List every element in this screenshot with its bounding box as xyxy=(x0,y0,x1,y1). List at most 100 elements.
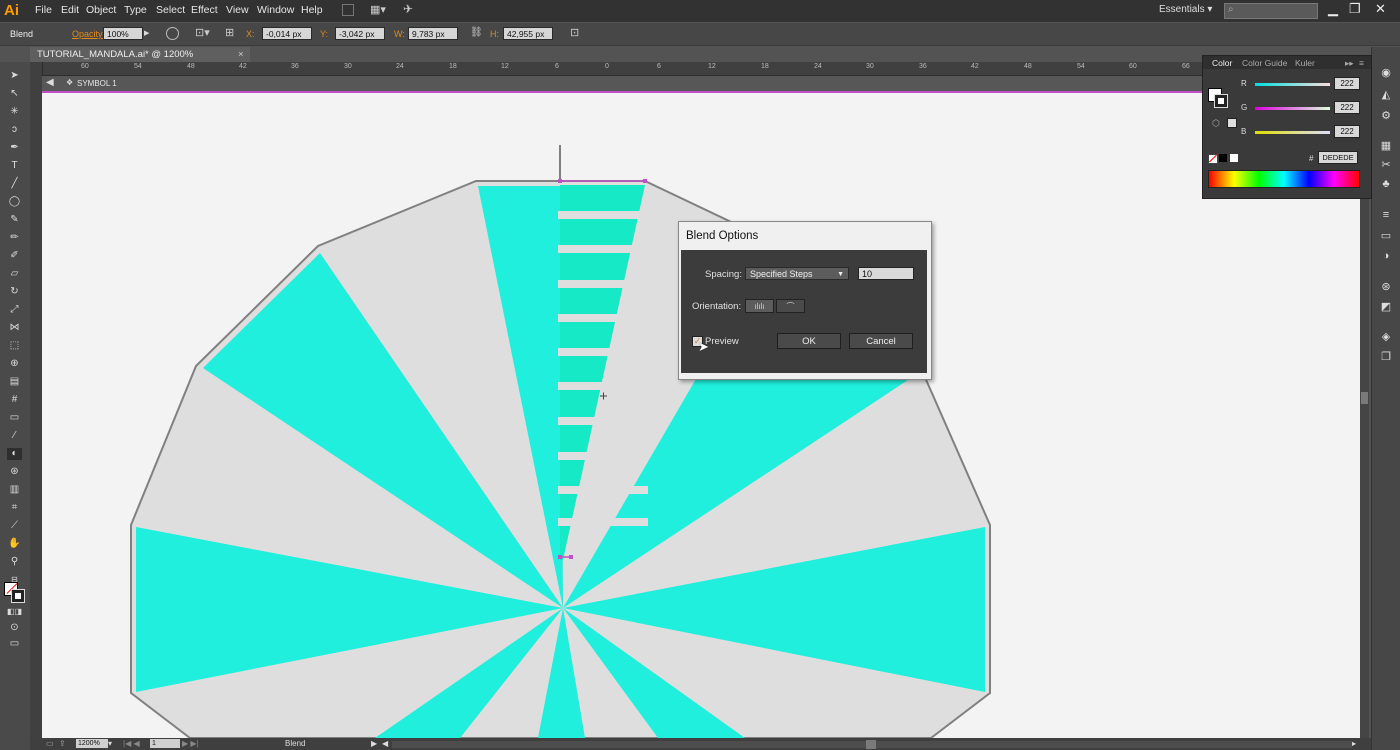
type-tool-icon[interactable]: T xyxy=(7,160,22,172)
bridge-icon[interactable] xyxy=(342,4,354,16)
steps-input[interactable]: 10 xyxy=(858,267,914,280)
symbols-icon[interactable]: ⚙ xyxy=(1379,109,1393,122)
align-to-path-button[interactable]: ⌒ xyxy=(776,299,805,313)
tab-color-guide[interactable]: Color Guide xyxy=(1242,58,1287,68)
minimize-icon[interactable]: ▁ xyxy=(1328,1,1338,17)
hex-field[interactable]: DEDEDE xyxy=(1318,151,1358,164)
align-to-page-button[interactable]: ılılı xyxy=(745,299,774,313)
first-artboard-icon[interactable]: |◀ ◀ xyxy=(123,739,140,748)
cancel-button[interactable]: Cancel xyxy=(849,333,913,349)
lasso-tool-icon[interactable]: ↄ xyxy=(7,124,22,136)
w-field[interactable]: 9,783 px xyxy=(408,27,458,40)
column-graph-icon[interactable]: ▥ xyxy=(7,484,22,496)
anchor-point[interactable] xyxy=(643,179,647,183)
stroke-color-swatch[interactable] xyxy=(1214,94,1228,108)
tab-color[interactable]: Color xyxy=(1212,58,1232,68)
shape-builder-icon[interactable]: ⊕ xyxy=(7,358,22,370)
free-transform-icon[interactable]: ⬚ xyxy=(7,340,22,352)
paintbrush-tool-icon[interactable]: ✎ xyxy=(7,214,22,226)
search-input[interactable]: ⌕ xyxy=(1224,3,1318,19)
eyedropper-icon[interactable]: ⁄ xyxy=(7,430,22,442)
recolor-icon[interactable] xyxy=(166,27,179,40)
y-field[interactable]: -3,042 px xyxy=(335,27,385,40)
opacity-arrow-icon[interactable]: ▶ xyxy=(144,29,149,37)
restore-icon[interactable]: ❐ xyxy=(1349,1,1361,17)
hand-tool-icon[interactable]: ✋ xyxy=(7,538,22,550)
panel-menu-icon[interactable]: ≡ xyxy=(1359,58,1364,68)
eraser-tool-icon[interactable]: ▱ xyxy=(7,268,22,280)
ok-button[interactable]: OK xyxy=(777,333,841,349)
close-icon[interactable]: ✕ xyxy=(1375,1,1386,17)
blob-brush-icon[interactable]: ✐ xyxy=(7,250,22,262)
constrain-proportions-icon[interactable]: ⛓ xyxy=(470,27,483,38)
screen-mode-icon[interactable]: ▭ xyxy=(7,638,22,650)
anchor-point[interactable] xyxy=(558,179,562,183)
r-slider[interactable] xyxy=(1255,83,1330,86)
web-safe-swatch[interactable] xyxy=(1227,118,1237,128)
scale-tool-icon[interactable]: ⤢ xyxy=(7,304,22,316)
document-tab[interactable]: TUTORIAL_MANDALA.ai* @ 1200% (RGB/Previe… xyxy=(30,47,250,75)
workspace-switcher[interactable]: Essentials ▾ xyxy=(1159,4,1212,15)
color-guide-icon[interactable]: ◩ xyxy=(1379,300,1393,313)
layers-icon[interactable]: ◈ xyxy=(1379,330,1393,343)
collapse-icon[interactable]: ▸▸ xyxy=(1345,58,1354,69)
current-tool-status[interactable]: Blend xyxy=(285,739,305,748)
arrange-documents-icon[interactable]: ▦▾ xyxy=(370,3,386,16)
selection-tool-icon[interactable]: ➤ xyxy=(7,70,22,82)
h-field[interactable]: 42,955 px xyxy=(503,27,553,40)
slice-tool-icon[interactable]: ⟋ xyxy=(7,520,22,532)
gradient-panel-icon[interactable]: ▭ xyxy=(1379,229,1393,242)
pencil-tool-icon[interactable]: ✏ xyxy=(7,232,22,244)
isolation-breadcrumb[interactable]: SYMBOL 1 xyxy=(77,79,117,88)
transform-icon[interactable]: ⊡ xyxy=(570,26,579,39)
drawing-mode-icon[interactable]: ⊙ xyxy=(7,622,22,634)
magic-wand-icon[interactable]: ✳ xyxy=(7,106,22,118)
gpu-performance-icon[interactable]: ✈ xyxy=(403,2,413,16)
artboard-number-field[interactable]: 1 xyxy=(150,739,180,748)
rotate-tool-icon[interactable]: ↻ xyxy=(7,286,22,298)
opacity-field[interactable]: 100% xyxy=(103,27,143,40)
menu-window[interactable]: Window xyxy=(257,4,294,16)
anchor-point[interactable] xyxy=(558,555,562,559)
menu-type[interactable]: Type xyxy=(124,4,147,16)
opacity-label[interactable]: Opacity: xyxy=(72,29,105,39)
swatches-icon[interactable]: ▦ xyxy=(1379,139,1393,152)
blend-tool-icon[interactable]: ◐ xyxy=(7,448,22,460)
horizontal-scroll-thumb[interactable] xyxy=(866,740,876,749)
black-swatch[interactable] xyxy=(1219,154,1227,162)
menu-effect[interactable]: Effect xyxy=(191,4,218,16)
width-tool-icon[interactable]: ⋈ xyxy=(7,322,22,334)
symbol-library-icon[interactable]: ♣ xyxy=(1379,178,1393,190)
b-slider[interactable] xyxy=(1255,131,1330,134)
direct-selection-tool-icon[interactable]: ↖ xyxy=(7,88,22,100)
last-artboard-icon[interactable]: ▶ ▶| xyxy=(182,739,199,748)
menu-help[interactable]: Help xyxy=(301,4,323,16)
align-icon[interactable]: ⊡▾ xyxy=(195,26,210,39)
ellipse-tool-icon[interactable]: ◯ xyxy=(7,196,22,208)
b-value[interactable]: 222 xyxy=(1334,125,1360,138)
line-tool-icon[interactable]: ╱ xyxy=(7,178,22,190)
gradient-tool-icon[interactable]: ▭ xyxy=(7,412,22,424)
white-swatch[interactable] xyxy=(1230,154,1238,162)
x-field[interactable]: -0,014 px xyxy=(262,27,312,40)
graphic-styles-icon[interactable]: ◭ xyxy=(1379,88,1393,101)
status-menu-icon[interactable]: ▶ xyxy=(371,739,377,748)
symbol-sprayer-icon[interactable]: ⊛ xyxy=(7,466,22,478)
stroke-swatch[interactable] xyxy=(11,589,25,603)
vertical-scroll-thumb[interactable] xyxy=(1361,392,1368,404)
stroke-panel-icon[interactable]: ≡ xyxy=(1379,209,1393,221)
transparency-icon[interactable]: ◑ xyxy=(1379,250,1393,262)
menu-view[interactable]: View xyxy=(226,4,249,16)
none-swatch[interactable] xyxy=(1208,154,1218,164)
appearance-icon[interactable]: ◉ xyxy=(1379,66,1393,79)
g-value[interactable]: 222 xyxy=(1334,101,1360,114)
perspective-grid-icon[interactable]: ▤ xyxy=(7,376,22,388)
r-value[interactable]: 222 xyxy=(1334,77,1360,90)
artboard-tool-icon[interactable]: ⌗ xyxy=(7,502,22,514)
artboards-icon[interactable]: ❐ xyxy=(1379,350,1393,363)
color-spectrum[interactable] xyxy=(1208,170,1360,188)
reference-point-icon[interactable]: ⊞ xyxy=(225,26,234,39)
menu-edit[interactable]: Edit xyxy=(61,4,79,16)
out-of-gamut-icon[interactable]: ⬡ xyxy=(1212,118,1220,129)
close-tab-icon[interactable]: × xyxy=(238,47,244,62)
